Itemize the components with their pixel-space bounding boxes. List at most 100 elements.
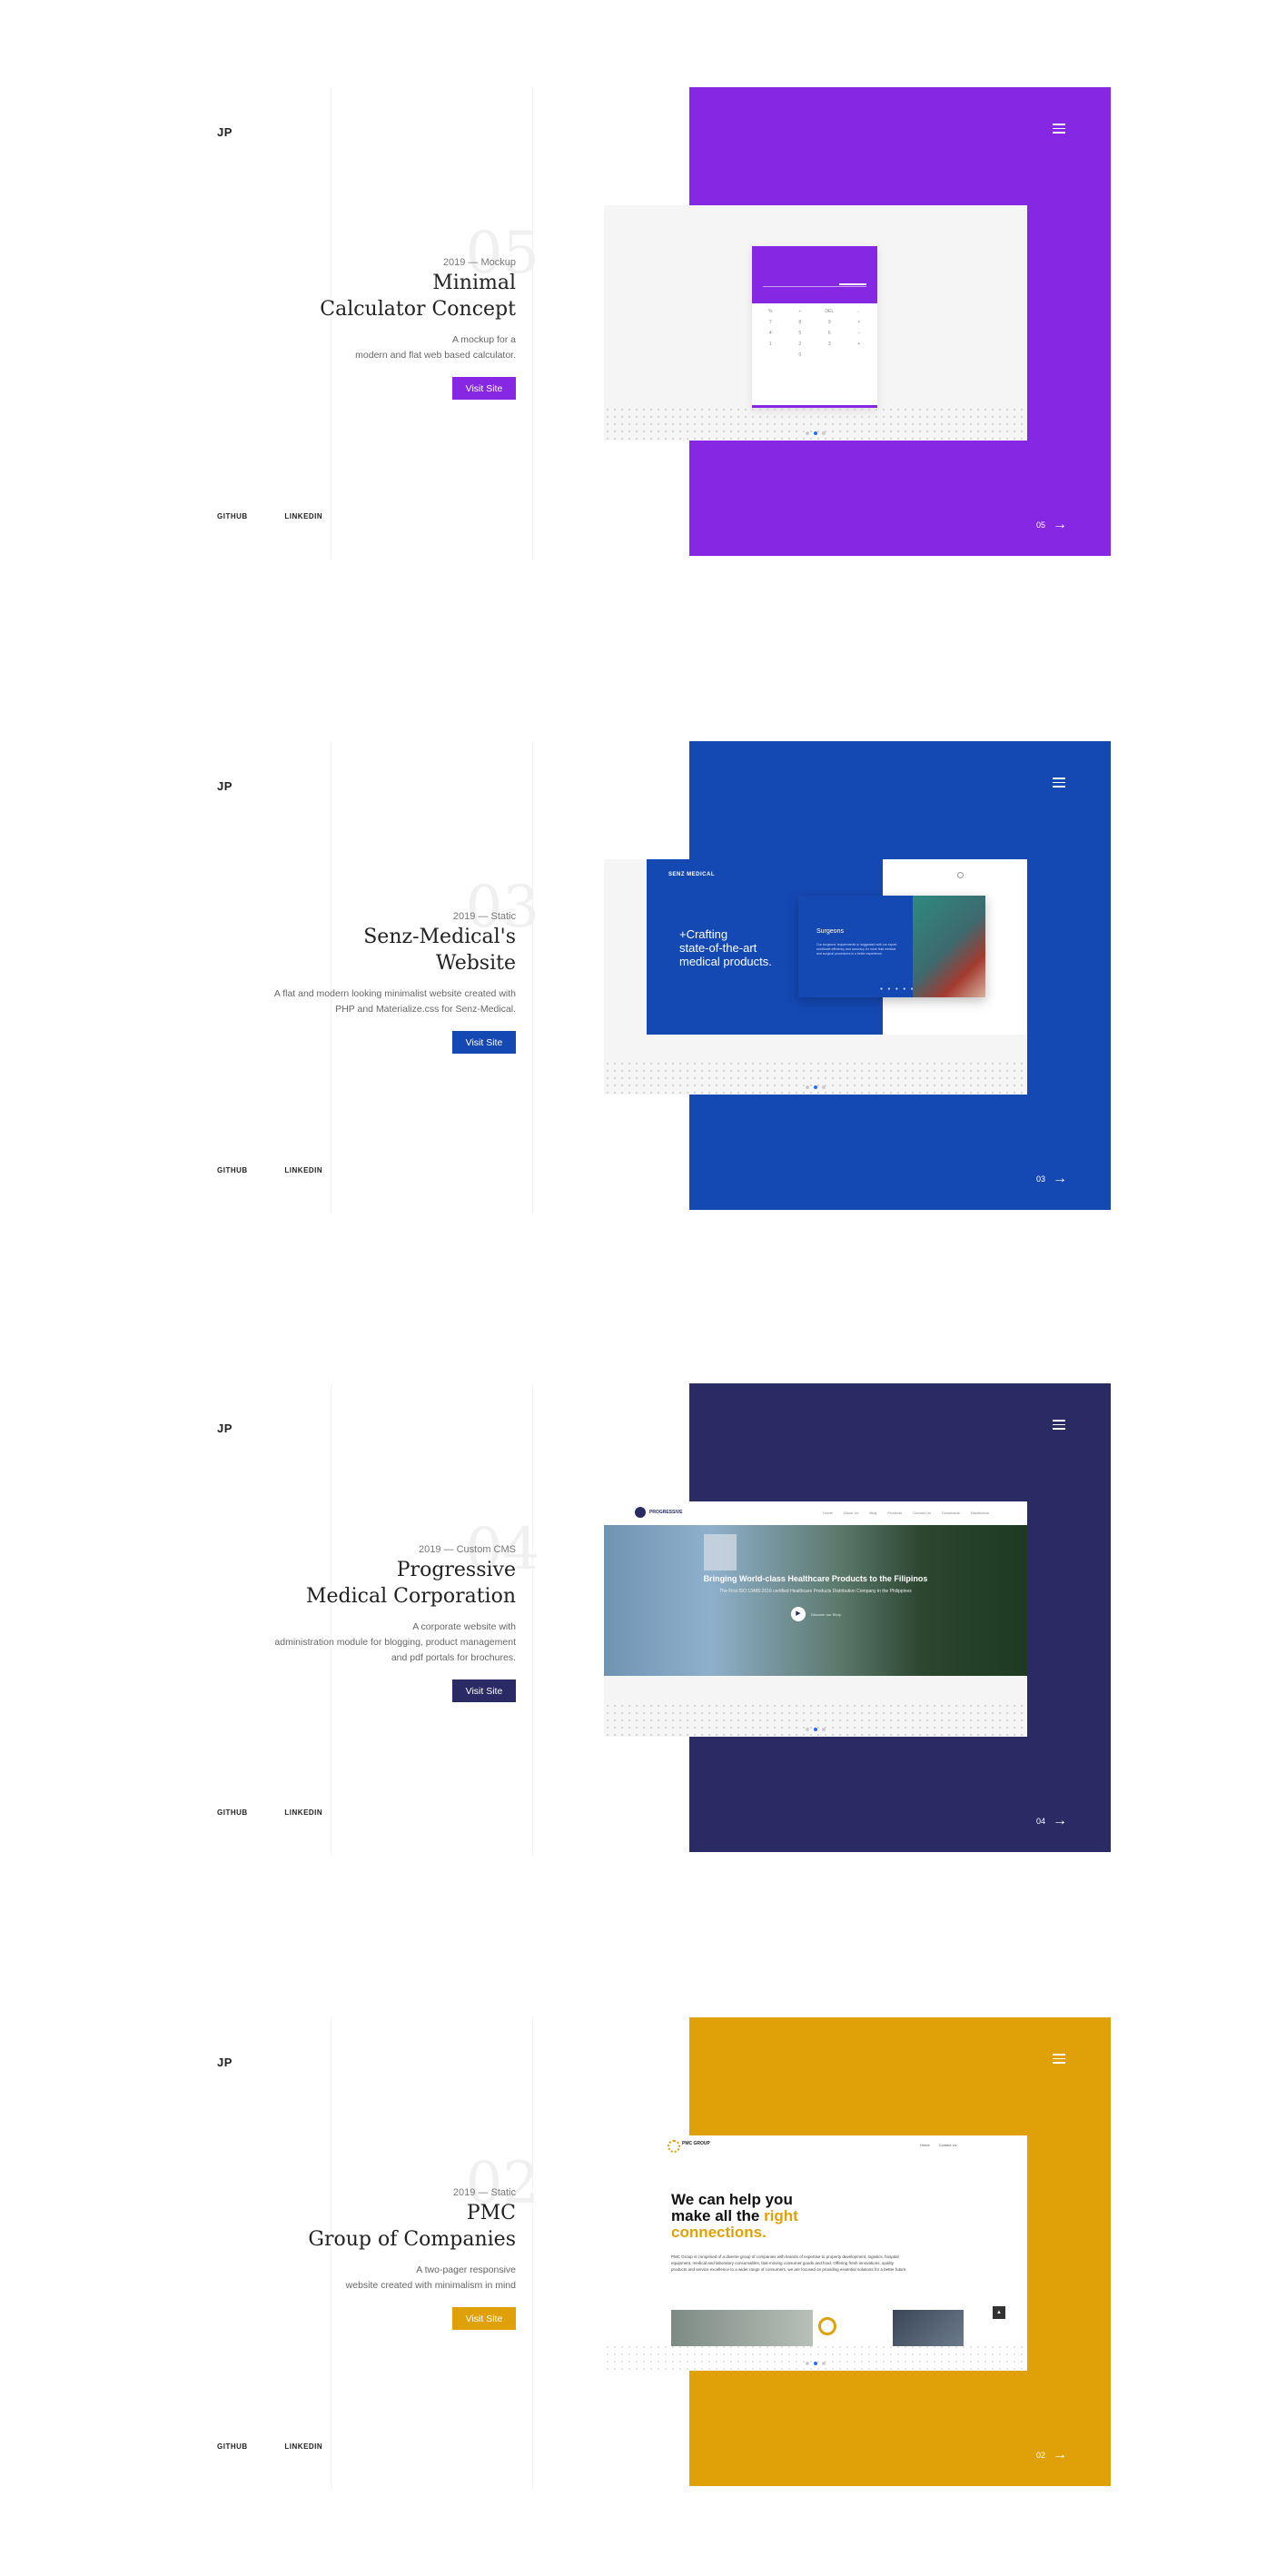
project-description: A mockup for a modern and flat web based… — [189, 332, 516, 363]
calc-key: 1 — [768, 342, 772, 347]
site-logo[interactable]: JP — [217, 2056, 232, 2069]
linkedin-link[interactable]: LINKEDIN — [284, 1166, 322, 1174]
social-links: GITHUB LINKEDIN — [217, 1808, 357, 1817]
slide-counter: 02 — [1035, 2451, 1045, 2460]
linkedin-link[interactable]: LINKEDIN — [284, 512, 322, 520]
project-preview[interactable]: % ÷ DEL ← 7 8 9 × 4 5 6 − 1 2 3 + 0 — [604, 205, 1027, 441]
project-preview[interactable]: SENZ MEDICAL +Crafting state-of-the-art … — [604, 859, 1027, 1095]
site-logo[interactable]: JP — [217, 1422, 232, 1435]
headline-line: medical products. — [679, 955, 772, 968]
play-icon: ▶ — [791, 1607, 806, 1621]
desc-line: modern and flat web based calculator. — [355, 350, 516, 361]
card-title: Surgeons — [816, 928, 844, 935]
project-title: Progressive Medical Corporation — [153, 1557, 516, 1610]
dot-pattern — [604, 1060, 1027, 1095]
calc-key: % — [768, 309, 773, 314]
nav-link: Downloads — [941, 1511, 960, 1515]
surgeon-photo — [913, 896, 985, 997]
site-brand: PMC GROUP — [682, 2141, 710, 2146]
project-title-line: Calculator Concept — [320, 298, 516, 321]
slide-pager — [604, 1085, 1027, 1089]
guide-line — [532, 87, 533, 560]
project-title: Senz-Medical's Website — [153, 924, 516, 976]
scroll-up-button[interactable]: ▲ — [993, 2306, 1005, 2319]
desc-line: A mockup for a — [451, 334, 516, 345]
guide-line — [532, 741, 533, 1214]
calc-key: − — [857, 331, 861, 336]
desc-line: website created with minimalism in mind — [345, 2280, 516, 2291]
nav-link: Blog — [869, 1511, 877, 1515]
nav-link: Contact Us — [913, 1511, 931, 1515]
github-link[interactable]: GITHUB — [217, 2442, 248, 2451]
next-project-control[interactable]: 03 → — [1036, 1172, 1067, 1186]
slide-pager — [604, 431, 1027, 435]
guide-line — [532, 1383, 533, 1856]
nav-link: Products — [887, 1511, 903, 1515]
project-meta: 2019 — Custom CMS — [419, 1544, 516, 1555]
github-link[interactable]: GITHUB — [217, 512, 248, 520]
github-link[interactable]: GITHUB — [217, 1808, 248, 1817]
project-description: A two-pager responsive website created w… — [189, 2263, 516, 2294]
brand-logo-icon — [668, 2140, 680, 2153]
site-nav: Home About Us Blog Products Contact Us D… — [823, 1511, 989, 1515]
nav-link: Contact Us — [938, 2143, 957, 2147]
headline-line: state-of-the-art — [679, 941, 757, 955]
hero-title: Bringing World-class Healthcare Products… — [703, 1574, 928, 1583]
slide-counter: 04 — [1035, 1817, 1045, 1826]
calc-key: 9 — [827, 320, 831, 325]
building-sign — [704, 1534, 737, 1570]
play-label: Discover our Story — [811, 1612, 841, 1617]
calc-key: 0 — [798, 352, 802, 358]
nav-link: Home — [920, 2143, 930, 2147]
calc-key: ÷ — [798, 309, 802, 314]
social-links: GITHUB LINKEDIN — [217, 1166, 357, 1174]
dot-pattern — [604, 1702, 1027, 1737]
project-section-calculator: JP 05 2019 — Mockup Minimal Calculator C… — [0, 87, 1286, 560]
headline-line: make all the — [671, 2207, 765, 2224]
next-project-control[interactable]: 02 → — [1036, 2448, 1067, 2462]
next-project-control[interactable]: 04 → — [1036, 1814, 1067, 1828]
visit-site-button[interactable]: Visit Site — [452, 377, 516, 400]
project-title-line: Medical Corporation — [306, 1585, 516, 1608]
headline-accent: connections. — [671, 2224, 767, 2241]
desc-line: PHP and Materialize.css for Senz-Medical… — [335, 1004, 516, 1015]
project-title-line: PMC — [466, 2202, 516, 2224]
slide-counter: 05 — [1035, 520, 1045, 530]
project-section-pmc: JP 02 2019 — Static PMC Group of Compani… — [0, 2017, 1286, 2490]
slide-pager — [604, 2362, 1027, 2365]
social-links: GITHUB LINKEDIN — [217, 2442, 357, 2451]
project-preview[interactable]: PMC GROUP Home Contact Us We can help yo… — [604, 2135, 1027, 2371]
project-title-line: Senz-Medical's — [363, 926, 516, 948]
slide-counter: 03 — [1035, 1174, 1045, 1184]
calculator-mockup: % ÷ DEL ← 7 8 9 × 4 5 6 − 1 2 3 + 0 — [752, 246, 877, 408]
project-meta: 2019 — Mockup — [442, 257, 516, 268]
project-meta: 2019 — Static — [452, 2187, 516, 2198]
arrow-right-icon: → — [1053, 517, 1067, 532]
calc-key: 5 — [798, 331, 802, 336]
hamburger-menu-icon[interactable] — [1053, 778, 1065, 790]
visit-site-button[interactable]: Visit Site — [452, 1031, 516, 1054]
hamburger-menu-icon[interactable] — [1053, 124, 1065, 136]
project-meta: 2019 — Static — [452, 911, 516, 922]
hero-headline: +Crafting state-of-the-art medical produ… — [679, 927, 772, 968]
project-section-progressive: JP 04 2019 — Custom CMS Progressive Medi… — [0, 1383, 1286, 1856]
intro-paragraph: PMC Group is comprised of a diverse grou… — [671, 2254, 907, 2272]
project-preview[interactable]: PROGRESSIVE Home About Us Blog Products … — [604, 1501, 1027, 1737]
surgeons-card: Surgeons Our surgeons' requirements or s… — [798, 896, 985, 997]
arrow-right-icon: → — [1053, 1171, 1067, 1186]
hamburger-menu-icon[interactable] — [1053, 2054, 1065, 2066]
calculator-keypad: % ÷ DEL ← 7 8 9 × 4 5 6 − 1 2 3 + 0 — [752, 303, 877, 363]
linkedin-link[interactable]: LINKEDIN — [284, 1808, 322, 1817]
headline-line: +Crafting — [679, 927, 728, 941]
linkedin-link[interactable]: LINKEDIN — [284, 2442, 322, 2451]
visit-site-button[interactable]: Visit Site — [452, 2307, 516, 2330]
dot-pattern — [604, 406, 1027, 441]
site-logo[interactable]: JP — [217, 125, 232, 139]
hero-headline: We can help you make all the right conne… — [671, 2192, 798, 2241]
next-project-control[interactable]: 05 → — [1036, 518, 1067, 532]
visit-site-button[interactable]: Visit Site — [452, 1679, 516, 1702]
site-logo[interactable]: JP — [217, 779, 232, 793]
project-title: Minimal Calculator Concept — [153, 270, 516, 322]
hamburger-menu-icon[interactable] — [1053, 1420, 1065, 1432]
github-link[interactable]: GITHUB — [217, 1166, 248, 1174]
